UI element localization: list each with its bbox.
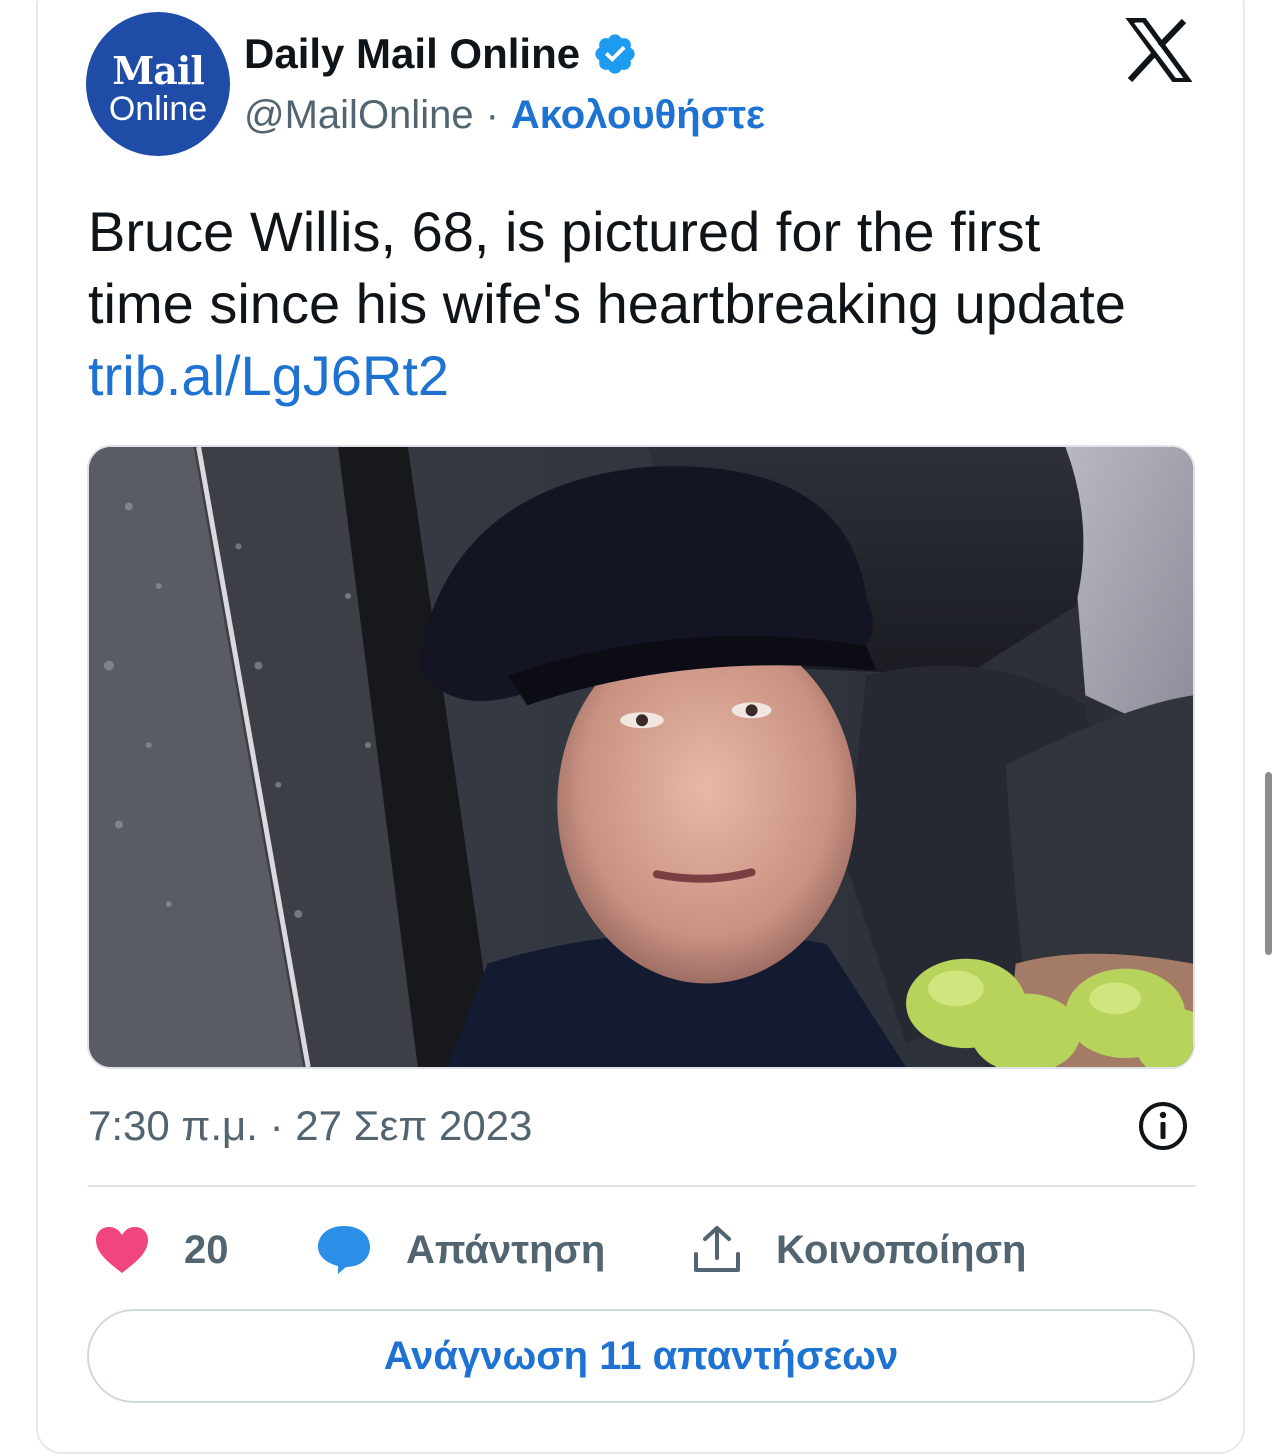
photo-man-in-car [89, 447, 1193, 1067]
tweet-photo[interactable] [87, 445, 1195, 1069]
tweet-text-line-1: Bruce Willis, 68, is pictured for the fi… [88, 200, 1041, 263]
account-name[interactable]: Daily Mail Online [244, 28, 580, 80]
like-count: 20 [184, 1227, 229, 1272]
verified-badge-icon [595, 34, 635, 74]
follow-button[interactable]: Ακολουθήστε [511, 90, 765, 140]
tweet-timestamp[interactable]: 7:30 π.μ. · 27 Σεπ 2023 [88, 1102, 532, 1149]
divider [88, 1185, 1196, 1187]
tweet-link[interactable]: trib.al/LgJ6Rt2 [88, 340, 1208, 412]
account-handle-row: @MailOnline · Ακολουθήστε [244, 90, 765, 140]
tweet-actions: 20 Απάντηση Κοινοποίηση [94, 1220, 1194, 1280]
heart-icon [96, 1227, 148, 1273]
avatar-logo-line1: Mail [112, 48, 205, 93]
avatar[interactable]: Mail Online [86, 12, 230, 156]
account-name-row: Daily Mail Online [244, 28, 638, 80]
share-icon [694, 1226, 740, 1272]
tweet-text: Bruce Willis, 68, is pictured for the fi… [88, 196, 1208, 412]
like-button[interactable]: 20 [94, 1220, 229, 1280]
separator-dot: · [485, 93, 499, 137]
share-label: Κοινοποίηση [776, 1227, 1027, 1272]
tweet-text-line-2: time since his wife's heartbreaking upda… [88, 272, 1126, 335]
x-logo-icon[interactable] [1124, 18, 1192, 82]
account-handle[interactable]: @MailOnline [244, 90, 474, 140]
reply-label: Απάντηση [406, 1227, 606, 1272]
share-button[interactable]: Κοινοποίηση [692, 1220, 1026, 1280]
avatar-logo-line2: Online [108, 90, 208, 128]
info-icon[interactable] [1137, 1100, 1189, 1152]
reply-button[interactable]: Απάντηση [316, 1220, 605, 1280]
scrollbar[interactable] [1265, 772, 1272, 955]
read-replies-button[interactable]: Ανάγνωση 11 απαντήσεων [87, 1309, 1195, 1403]
reply-bubble-icon [318, 1226, 370, 1274]
tweet-meta-row: 7:30 π.μ. · 27 Σεπ 2023 [88, 1098, 1188, 1154]
